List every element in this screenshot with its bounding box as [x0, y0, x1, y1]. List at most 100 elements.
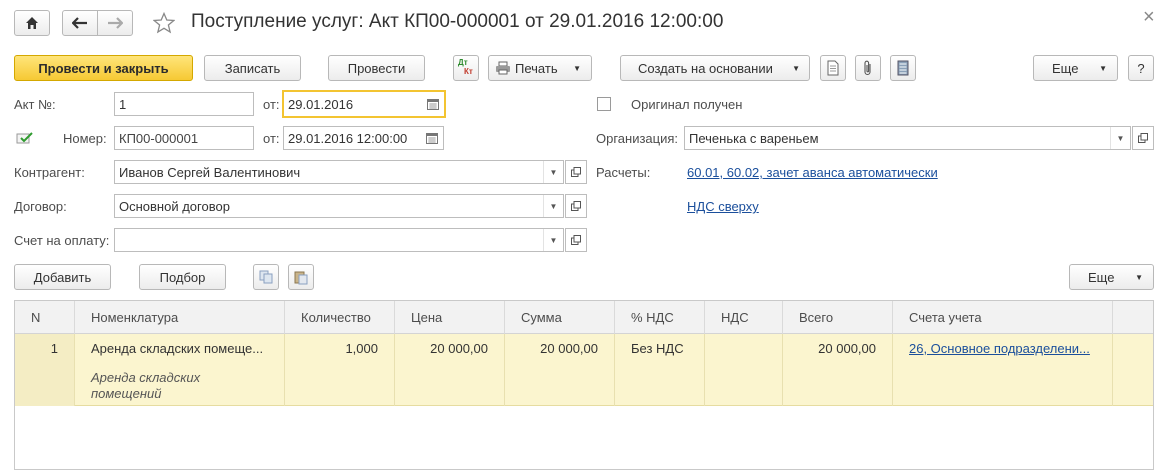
- cell-price: 20 000,00: [395, 334, 505, 406]
- favorite-star-button[interactable]: [152, 10, 176, 36]
- dropdown-icon[interactable]: ▼: [543, 161, 563, 183]
- star-icon: [153, 12, 175, 34]
- calendar-icon[interactable]: [421, 127, 443, 149]
- organization-open-button[interactable]: [1132, 126, 1154, 150]
- dropdown-icon[interactable]: ▼: [543, 195, 563, 217]
- act-date-input[interactable]: 29.01.2016: [282, 90, 446, 118]
- counterparty-input[interactable]: Иванов Сергей Валентинович ▼: [114, 160, 564, 184]
- window-title: Поступление услуг: Акт КП00-000001 от 29…: [191, 11, 724, 32]
- copy-button[interactable]: [253, 264, 279, 290]
- more-label: Еще: [1052, 60, 1079, 76]
- post-label: Провести: [347, 60, 406, 76]
- cell-item: Аренда складских помеще... Аренда складс…: [75, 334, 285, 406]
- printer-icon: [496, 61, 510, 75]
- open-icon: [571, 201, 581, 211]
- dropdown-icon[interactable]: ▼: [543, 229, 563, 251]
- help-button[interactable]: ?: [1128, 55, 1154, 81]
- column-header-qty[interactable]: Количество: [285, 301, 395, 334]
- number-label: Номер:: [63, 131, 107, 146]
- column-header-total[interactable]: Всего: [783, 301, 893, 334]
- print-button[interactable]: Печать ▼: [488, 55, 592, 81]
- save-label: Записать: [224, 60, 281, 76]
- close-icon[interactable]: ×: [1143, 6, 1155, 29]
- chevron-down-icon: ▼: [573, 63, 581, 73]
- pick-label: Подбор: [159, 269, 206, 285]
- post-and-close-label: Провести и закрыть: [38, 60, 169, 76]
- add-row-button[interactable]: Добавить: [14, 264, 111, 290]
- dt-kt-icon: Дт Кт: [456, 58, 476, 78]
- counterparty-label: Контрагент:: [14, 165, 85, 180]
- cell-qty: 1,000: [285, 334, 395, 406]
- chevron-down-icon: ▼: [1135, 272, 1143, 282]
- forward-button[interactable]: [97, 10, 133, 36]
- column-header-accounts[interactable]: Счета учета: [893, 301, 1113, 334]
- original-received-checkbox[interactable]: [597, 97, 611, 111]
- settlements-label: Расчеты:: [596, 165, 651, 180]
- kt-label: Кт: [464, 67, 473, 76]
- cell-total: 20 000,00: [783, 334, 893, 406]
- table-header: N Номенклатура Количество Цена Сумма % Н…: [15, 301, 1153, 334]
- post-button[interactable]: Провести: [328, 55, 425, 81]
- invoice-input[interactable]: ▼: [114, 228, 564, 252]
- dropdown-icon[interactable]: ▼: [1110, 127, 1130, 149]
- open-icon: [571, 167, 581, 177]
- add-label: Добавить: [33, 269, 92, 285]
- contract-input[interactable]: Основной договор ▼: [114, 194, 564, 218]
- structure-button[interactable]: [890, 55, 916, 81]
- act-no-input[interactable]: 1: [114, 92, 254, 116]
- help-label: ?: [1137, 60, 1145, 76]
- number-input[interactable]: КП00-000001: [114, 126, 254, 150]
- dt-label: Дт: [458, 58, 468, 67]
- document-icon: [827, 60, 839, 76]
- invoice-open-button[interactable]: [565, 228, 587, 252]
- save-button[interactable]: Записать: [204, 55, 301, 81]
- item-description-line1: Аренда складских: [91, 370, 201, 385]
- calendar-icon[interactable]: [422, 92, 444, 116]
- cell-accounts: 26, Основное подразделени...: [893, 334, 1113, 406]
- column-header-item[interactable]: Номенклатура: [75, 301, 285, 334]
- document-button[interactable]: [820, 55, 846, 81]
- table-row[interactable]: 1 Аренда складских помеще... Аренда скла…: [15, 334, 1153, 406]
- more-actions-button[interactable]: Еще ▼: [1033, 55, 1118, 81]
- column-header-n[interactable]: N: [15, 301, 75, 334]
- paste-button[interactable]: [288, 264, 314, 290]
- organization-value: Печенька с вареньем: [689, 130, 819, 146]
- print-label: Печать: [515, 60, 558, 76]
- checkmark-icon: [16, 132, 33, 144]
- column-header-vat[interactable]: НДС: [705, 301, 783, 334]
- table-more-label: Еще: [1088, 269, 1115, 285]
- contract-open-button[interactable]: [565, 194, 587, 218]
- open-icon: [571, 235, 581, 245]
- create-based-on-label: Создать на основании: [638, 60, 773, 76]
- column-header-sum[interactable]: Сумма: [505, 301, 615, 334]
- vat-link[interactable]: НДС сверху: [687, 199, 759, 214]
- chevron-down-icon: ▼: [792, 63, 800, 73]
- post-and-close-button[interactable]: Провести и закрыть: [14, 55, 193, 81]
- pick-button[interactable]: Подбор: [139, 264, 226, 290]
- home-button[interactable]: [14, 10, 50, 36]
- open-icon: [1138, 133, 1148, 143]
- services-table[interactable]: N Номенклатура Количество Цена Сумма % Н…: [14, 300, 1154, 470]
- counterparty-value: Иванов Сергей Валентинович: [119, 164, 301, 180]
- cell-vat: [705, 334, 783, 406]
- column-header-price[interactable]: Цена: [395, 301, 505, 334]
- counterparty-open-button[interactable]: [565, 160, 587, 184]
- invoice-label: Счет на оплату:: [14, 233, 110, 248]
- copy-icon: [259, 270, 273, 284]
- contract-value: Основной договор: [119, 198, 230, 214]
- column-header-vat-rate[interactable]: % НДС: [615, 301, 705, 334]
- act-date-from-label: от:: [263, 97, 280, 112]
- settlements-link[interactable]: 60.01, 60.02, зачет аванса автоматически: [687, 165, 938, 180]
- back-button[interactable]: [62, 10, 98, 36]
- paste-icon: [294, 271, 308, 284]
- back-arrow-icon: [72, 17, 87, 29]
- cell-vat-rate: Без НДС: [615, 334, 705, 406]
- create-based-on-button[interactable]: Создать на основании ▼: [620, 55, 810, 81]
- organization-input[interactable]: Печенька с вареньем ▼: [684, 126, 1131, 150]
- table-more-button[interactable]: Еще ▼: [1069, 264, 1154, 290]
- number-date-input[interactable]: 29.01.2016 12:00:00: [283, 126, 444, 150]
- number-date-from-label: от:: [263, 131, 280, 146]
- dt-kt-button[interactable]: Дт Кт: [453, 55, 479, 81]
- attach-button[interactable]: [855, 55, 881, 81]
- accounts-link[interactable]: 26, Основное подразделени...: [909, 341, 1090, 356]
